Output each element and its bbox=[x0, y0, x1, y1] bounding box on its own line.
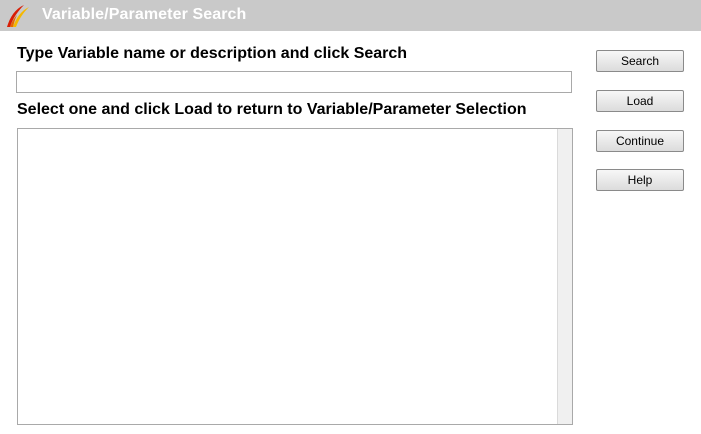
search-input[interactable] bbox=[16, 71, 572, 93]
load-button[interactable]: Load bbox=[596, 90, 684, 112]
title-bar: Variable/Parameter Search bbox=[0, 0, 701, 31]
results-instruction-label: Select one and click Load to return to V… bbox=[17, 101, 527, 118]
continue-button[interactable]: Continue bbox=[596, 130, 684, 152]
window-title: Variable/Parameter Search bbox=[42, 6, 247, 23]
app-logo-icon bbox=[4, 3, 30, 28]
search-button[interactable]: Search bbox=[596, 50, 684, 72]
search-instruction-label: Type Variable name or description and cl… bbox=[17, 45, 408, 62]
results-listbox[interactable] bbox=[17, 128, 573, 425]
help-button[interactable]: Help bbox=[596, 169, 684, 191]
results-scrollbar[interactable] bbox=[557, 129, 572, 424]
